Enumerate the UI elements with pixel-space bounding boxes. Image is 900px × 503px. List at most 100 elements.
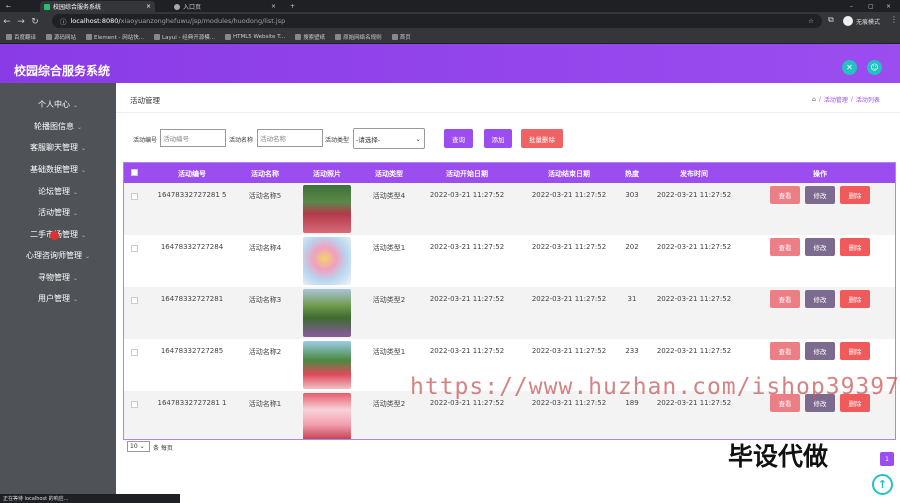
bookmark-label: 百度翻译	[14, 35, 37, 41]
bookmark-label: 首页	[399, 35, 411, 41]
column-header[interactable]: 活动编号	[178, 169, 206, 179]
table-row: 16478332727284 活动名称4 活动类型1 2022-03-21 11…	[124, 235, 895, 287]
column-header[interactable]: 热度	[625, 169, 639, 179]
back-icon[interactable]: ←	[0, 17, 14, 27]
bookmark-item[interactable]: 搜索壁纸	[295, 33, 325, 41]
column-header[interactable]: 活动名称	[251, 169, 279, 179]
chevron-down-icon: ⌄	[72, 210, 79, 217]
more-menu-icon[interactable]: ⋮	[890, 15, 898, 24]
view-button[interactable]: 查看	[770, 238, 800, 256]
user-icon[interactable]: ☺	[867, 60, 882, 75]
delete-button[interactable]: 删除	[840, 186, 870, 204]
sidebar-item-base-data[interactable]: 基础数据管理 ⌄	[0, 164, 116, 175]
tab-close-icon[interactable]: ×	[271, 3, 276, 10]
bookmark-item[interactable]: 百度翻译	[6, 33, 36, 41]
window-close-icon[interactable]: ×	[882, 1, 895, 12]
page-size-select[interactable]: 10 ⌄	[127, 441, 150, 452]
activity-photo[interactable]	[303, 393, 351, 439]
cell-name: 活动名称2	[248, 348, 282, 356]
row-checkbox[interactable]	[131, 193, 138, 200]
search-name-input[interactable]: 活动名称	[257, 129, 323, 147]
maximize-icon[interactable]: ▢	[864, 1, 878, 12]
extensions-icon[interactable]: ⧉	[828, 15, 834, 25]
sidebar-item-users[interactable]: 用户管理 ⌄	[0, 293, 116, 304]
chevron-down-icon: ⌄	[72, 102, 79, 109]
home-icon[interactable]: ⌂	[812, 96, 816, 103]
chevron-down-icon: ⌄	[80, 167, 87, 174]
cell-type: 活动类型2	[372, 400, 406, 408]
activity-photo[interactable]	[303, 341, 351, 389]
delete-button[interactable]: 删除	[840, 342, 870, 360]
chevron-down-icon: ⌄	[72, 275, 79, 282]
incognito-icon[interactable]	[843, 16, 853, 26]
page-header: 活动管理 ⌂ / 活动管理 / 活动列表	[116, 83, 900, 113]
browser-tab-active[interactable]: 校园综合服务系统 ×	[40, 1, 155, 12]
row-checkbox[interactable]	[131, 401, 138, 408]
activity-photo[interactable]	[303, 237, 351, 285]
query-button[interactable]: 查询	[444, 129, 473, 148]
close-icon[interactable]: ✕	[842, 60, 857, 75]
browser-tab[interactable]: 入口页 ×	[170, 1, 280, 12]
edit-button[interactable]: 修改	[805, 238, 835, 256]
view-button[interactable]: 查看	[770, 342, 800, 360]
forward-icon[interactable]: →	[14, 17, 28, 27]
view-button[interactable]: 查看	[770, 290, 800, 308]
row-checkbox[interactable]	[131, 349, 138, 356]
sidebar-item-carousel[interactable]: 轮播图信息 ⌄	[0, 121, 116, 132]
bookmark-item[interactable]: Layui - 经典开源模...	[154, 33, 215, 41]
search-type-select[interactable]: -请选择- ⌄	[353, 128, 425, 149]
sidebar-item-customer-chat[interactable]: 客服聊天管理 ⌄	[0, 142, 116, 153]
sidebar-item-forum[interactable]: 论坛管理 ⌄	[0, 186, 116, 197]
page-number-button[interactable]: 1	[880, 452, 894, 466]
minimize-icon[interactable]: –	[846, 1, 857, 12]
edit-button[interactable]: 修改	[805, 290, 835, 308]
url-field[interactable]: ⓘ localhost:8080/xiaoyuanzonghefuwu/jsp/…	[52, 14, 822, 28]
breadcrumb-separator: /	[850, 96, 853, 103]
cell-id: 16478332727281 1	[157, 399, 227, 407]
search-id-input[interactable]: 活动编号	[160, 129, 226, 147]
breadcrumb-item[interactable]: 活动管理	[824, 95, 848, 104]
browser-back-icon[interactable]: ←	[2, 1, 15, 12]
chevron-down-icon: ⌄	[72, 189, 79, 196]
new-tab-icon[interactable]: +	[286, 1, 299, 12]
column-header[interactable]: 活动结束日期	[548, 169, 590, 179]
column-header[interactable]: 活动开始日期	[446, 169, 488, 179]
sidebar-item-personal-center[interactable]: 个人中心 ⌄	[0, 99, 116, 110]
cell-start-date: 2022-03-21 11:27:52	[429, 243, 505, 251]
back-to-top-icon[interactable]: ↑	[872, 474, 893, 495]
column-header[interactable]: 活动类型	[375, 169, 403, 179]
sidebar-item-counselor[interactable]: 心理咨询师管理 ⌄	[0, 250, 116, 261]
bookmark-item[interactable]: Element - 网站快...	[86, 33, 144, 41]
bookmark-item[interactable]: 首页	[391, 33, 411, 41]
tab-close-icon[interactable]: ×	[146, 3, 151, 10]
profile-label[interactable]: 无痕模式	[856, 17, 880, 26]
cell-id: 16478332727285	[160, 347, 224, 355]
bookmark-icon	[46, 34, 53, 40]
sidebar-item-activity[interactable]: 活动管理 ⌄	[0, 207, 116, 218]
add-button[interactable]: 添加	[484, 129, 512, 148]
sidebar-item-lost-found[interactable]: 寻物管理 ⌄	[0, 272, 116, 283]
cell-published: 2022-03-21 11:27:52	[656, 347, 732, 355]
bookmark-icon	[335, 34, 342, 40]
bookmark-item[interactable]: HTML5 Website T...	[224, 34, 285, 40]
star-icon[interactable]: ☆	[808, 17, 814, 25]
breadcrumb-separator: /	[818, 96, 821, 103]
reload-icon[interactable]: ↻	[28, 17, 42, 27]
activity-photo[interactable]	[303, 185, 351, 233]
delete-button[interactable]: 删除	[840, 290, 870, 308]
bookmark-item[interactable]: 原始网络名规则	[335, 33, 382, 41]
url-path: xiaoyuanzonghefuwu/jsp/modules/huodong/l…	[120, 17, 286, 25]
edit-button[interactable]: 修改	[805, 186, 835, 204]
row-checkbox[interactable]	[131, 297, 138, 304]
delete-button[interactable]: 删除	[840, 238, 870, 256]
row-checkbox[interactable]	[131, 245, 138, 252]
batch-delete-button[interactable]: 批量删除	[521, 129, 563, 148]
select-all-checkbox[interactable]	[131, 169, 138, 176]
column-header[interactable]: 活动照片	[313, 169, 341, 179]
column-header[interactable]: 发布时间	[680, 169, 708, 179]
edit-button[interactable]: 修改	[805, 342, 835, 360]
bookmark-item[interactable]: 源码网站	[46, 33, 76, 41]
view-button[interactable]: 查看	[770, 186, 800, 204]
activity-photo[interactable]	[303, 289, 351, 337]
sidebar-item-label: 心理咨询师管理	[25, 251, 82, 260]
